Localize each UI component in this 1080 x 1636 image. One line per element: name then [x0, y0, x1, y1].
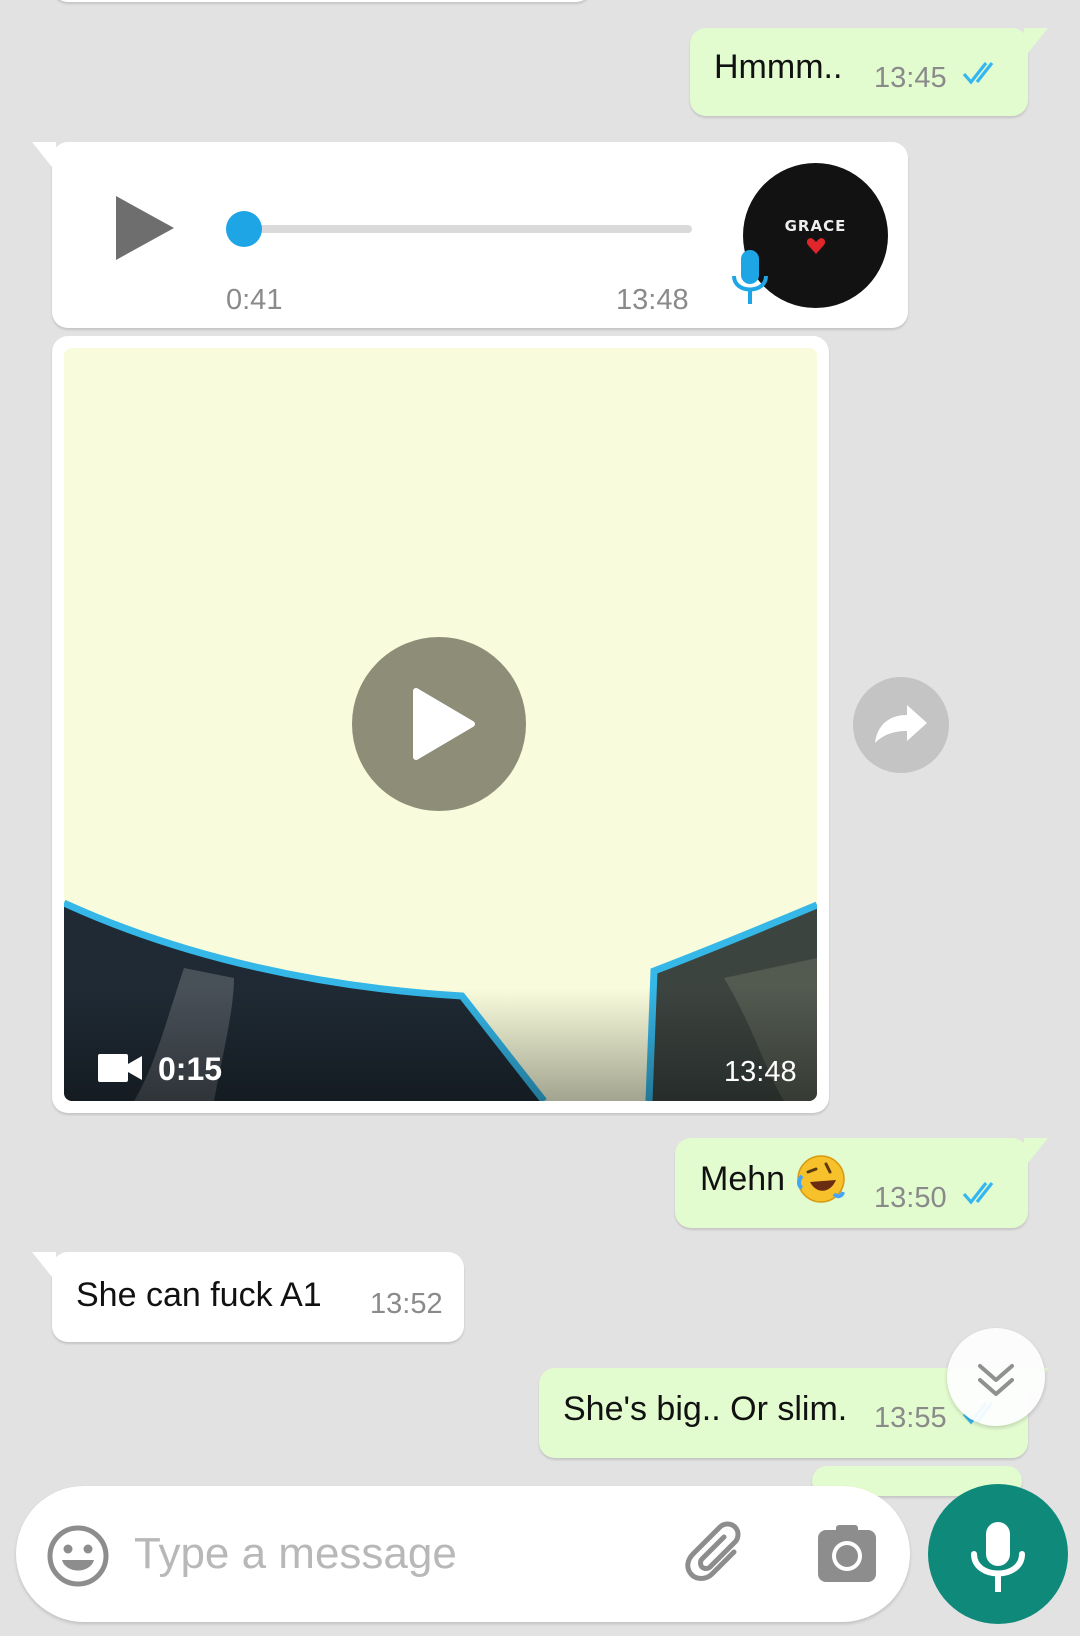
paperclip-icon[interactable] — [684, 1520, 748, 1586]
message-text: She can fuck A1 — [76, 1276, 322, 1314]
message-input[interactable] — [134, 1516, 654, 1592]
play-icon[interactable] — [116, 196, 174, 260]
message-text: She's big.. Or slim. — [563, 1390, 848, 1428]
play-icon — [413, 688, 475, 760]
rolling-on-floor-laughing-emoji — [797, 1155, 845, 1203]
message-text: Hmmm.. — [714, 48, 843, 86]
voice-record-button[interactable] — [928, 1484, 1068, 1624]
audio-seekbar[interactable] — [240, 225, 692, 233]
forward-arrow-icon — [875, 705, 927, 743]
message-text: Mehn — [700, 1160, 786, 1198]
previous-message-bubble[interactable] — [52, 0, 592, 2]
read-receipt-icon — [962, 1182, 994, 1205]
video-duration: 0:15 — [158, 1051, 223, 1087]
message-time: 13:50 — [874, 1182, 947, 1214]
message-time: 13:48 — [616, 284, 689, 316]
video-thumbnail[interactable] — [64, 348, 817, 1101]
read-receipt-icon — [962, 62, 994, 85]
microphone-icon — [732, 250, 768, 304]
smiley-icon[interactable] — [46, 1524, 110, 1588]
audio-seek-handle[interactable] — [226, 211, 262, 247]
double-chevron-down-icon — [978, 1364, 1014, 1396]
heart-icon — [806, 238, 826, 254]
message-time: 13:45 — [874, 62, 947, 94]
avatar-label: GRACE — [784, 217, 847, 235]
camera-icon[interactable] — [816, 1524, 878, 1584]
scroll-to-bottom-button[interactable] — [947, 1328, 1045, 1426]
video-camera-icon — [98, 1054, 142, 1082]
video-play-button[interactable] — [352, 637, 526, 811]
forward-button[interactable] — [853, 677, 949, 773]
message-time: 13:55 — [874, 1402, 947, 1434]
microphone-icon — [971, 1522, 1025, 1592]
message-time: 13:52 — [370, 1288, 443, 1320]
message-time: 13:48 — [724, 1056, 797, 1088]
audio-position: 0:41 — [226, 284, 283, 316]
